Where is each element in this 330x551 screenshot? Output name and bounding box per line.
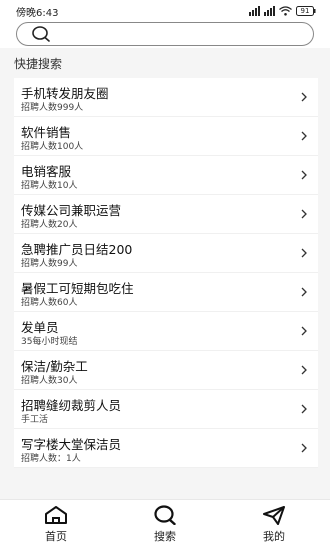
- search-icon: [31, 26, 50, 42]
- chevron-right-icon: [301, 443, 307, 453]
- tab-mine[interactable]: 我的: [234, 502, 314, 548]
- chevron-right-icon: [301, 287, 307, 297]
- list-item[interactable]: 软件销售 招聘人数100人: [14, 117, 318, 156]
- search-input[interactable]: [16, 22, 314, 46]
- signal-icon: [264, 6, 275, 16]
- search-icon: [154, 505, 176, 525]
- list-item[interactable]: 传媒公司兼职运营 招聘人数20人: [14, 195, 318, 234]
- home-icon: [45, 506, 67, 524]
- tab-search[interactable]: 搜索: [125, 502, 205, 548]
- tab-mine-label: 我的: [263, 530, 285, 543]
- chevron-right-icon: [301, 131, 307, 141]
- status-icons: 91: [249, 5, 316, 17]
- chevron-right-icon: [301, 92, 307, 102]
- signal-icon: [249, 6, 260, 16]
- search-bar: [0, 22, 330, 48]
- bottom-tab-bar: 首页 搜索 我的: [0, 499, 330, 551]
- quick-search-list: 手机转发朋友圈 招聘人数999人 软件销售 招聘人数100人 电销客服 招聘人数…: [14, 78, 318, 468]
- section-title: 快捷搜索: [14, 57, 63, 71]
- list-item-subtitle: 招聘人数20人: [21, 220, 78, 230]
- status-bar: 傍晚6:43 91: [0, 0, 330, 22]
- list-item[interactable]: 手机转发朋友圈 招聘人数999人: [14, 78, 318, 117]
- status-time: 傍晚6:43: [16, 8, 59, 19]
- chevron-right-icon: [301, 365, 307, 375]
- list-item[interactable]: 电销客服 招聘人数10人: [14, 156, 318, 195]
- battery-icon: 91: [296, 6, 316, 16]
- list-item[interactable]: 写字楼大堂保洁员 招聘人数：1人: [14, 429, 318, 468]
- chevron-right-icon: [301, 209, 307, 219]
- wifi-icon: [279, 6, 292, 16]
- list-item[interactable]: 招聘缝纫裁剪人员 手工活: [14, 390, 318, 429]
- list-item-subtitle: 招聘人数：1人: [21, 454, 81, 464]
- tab-home[interactable]: 首页: [16, 502, 96, 548]
- list-item[interactable]: 急聘推广员日结200 招聘人数99人: [14, 234, 318, 273]
- chevron-right-icon: [301, 404, 307, 414]
- list-item-subtitle: 招聘人数60人: [21, 298, 78, 308]
- list-item[interactable]: 暑假工可短期包吃住 招聘人数60人: [14, 273, 318, 312]
- send-icon: [263, 506, 285, 525]
- list-item[interactable]: 发单员 35每小时现结: [14, 312, 318, 351]
- chevron-right-icon: [301, 326, 307, 336]
- list-item-subtitle: 招聘人数10人: [21, 181, 78, 191]
- list-item-subtitle: 招聘人数99人: [21, 259, 78, 269]
- chevron-right-icon: [301, 170, 307, 180]
- tab-home-label: 首页: [45, 530, 67, 543]
- chevron-right-icon: [301, 248, 307, 258]
- list-item-subtitle: 招聘人数30人: [21, 376, 78, 386]
- battery-level: 91: [300, 7, 310, 15]
- tab-search-label: 搜索: [154, 530, 176, 543]
- list-item[interactable]: 保洁/勤杂工 招聘人数30人: [14, 351, 318, 390]
- list-item-subtitle: 招聘人数999人: [21, 103, 84, 113]
- list-item-subtitle: 手工活: [21, 415, 49, 425]
- list-item-subtitle: 招聘人数100人: [21, 142, 84, 152]
- list-item-subtitle: 35每小时现结: [21, 337, 78, 347]
